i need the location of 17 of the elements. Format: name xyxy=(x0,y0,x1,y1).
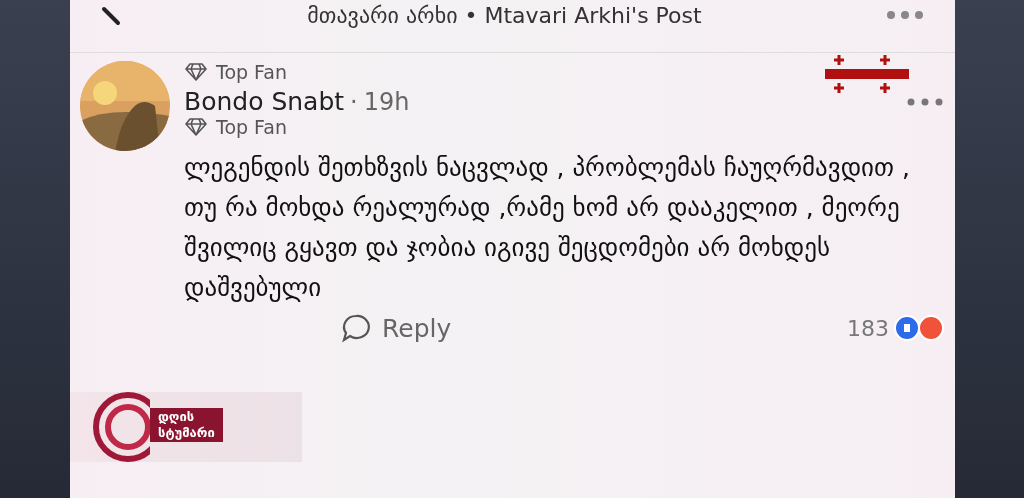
show-logo: დღის სტუმარი xyxy=(70,392,302,462)
post-title: მთავარი არხი • Mtavari Arkhi's Post xyxy=(307,2,702,28)
reaction-icons[interactable] xyxy=(893,314,945,342)
top-fan-label: Top Fan xyxy=(216,61,287,83)
comment-time: 19h xyxy=(363,88,410,116)
reaction-count: 183 xyxy=(847,315,889,341)
separator-dot: · xyxy=(350,88,358,116)
reply-button[interactable]: Reply xyxy=(340,312,452,344)
diamond-icon xyxy=(184,62,208,82)
comment-icon xyxy=(340,312,372,344)
top-fan-label: Top Fan xyxy=(216,116,287,138)
comment-text: ლეგენდის შეთხზვის ნაცვლად , პრობლემას ჩაუღრმავდით , თუ რა მოხდა რეალურად ,რამე ხომ არ დააკელით , მეორე შვილიც გყავთ და ჯობია იგივე შეცდომები არ მოხდეს დაშვებული xyxy=(184,152,911,304)
more-icon[interactable] xyxy=(885,10,925,20)
flag-icon xyxy=(825,52,909,96)
diamond-icon xyxy=(184,117,208,137)
author-name[interactable]: Bondo Snabt xyxy=(184,87,345,116)
more-icon[interactable] xyxy=(905,96,945,107)
